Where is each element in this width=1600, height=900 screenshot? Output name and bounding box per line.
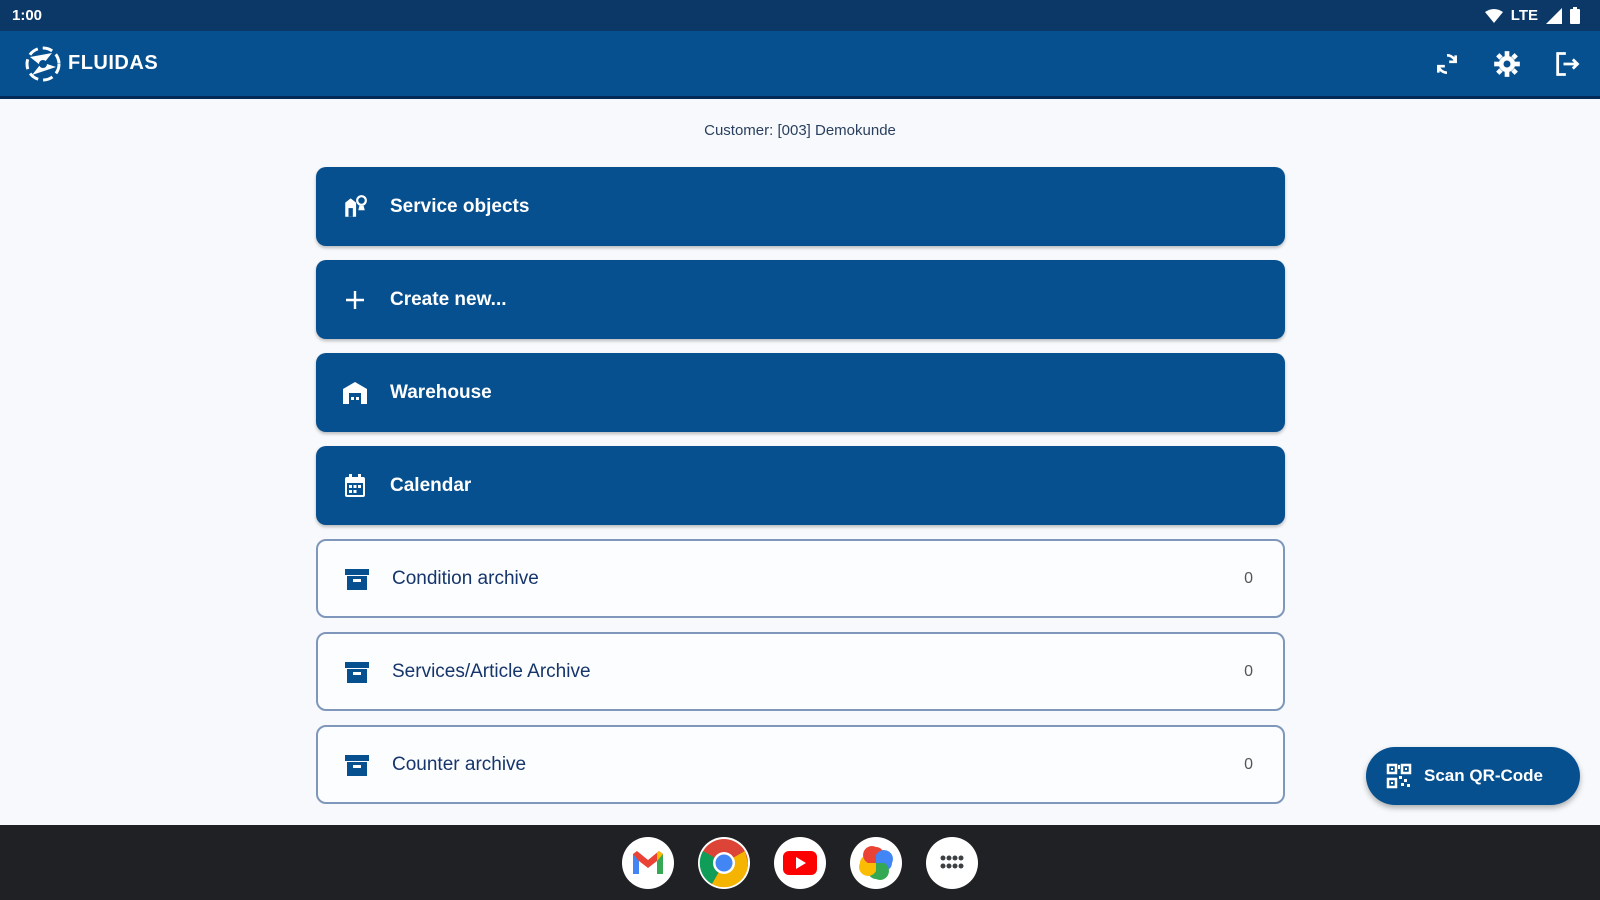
warehouse-button[interactable]: Warehouse [316,353,1285,432]
chrome-app[interactable] [698,836,750,889]
qr-code-icon [1386,763,1412,789]
settings-button[interactable] [1492,49,1522,79]
customer-label: Customer: [003] Demokunde [704,122,896,139]
youtube-icon [783,850,817,875]
menu-item-label: Create new... [390,288,507,310]
item-count: 0 [1244,755,1253,773]
fab-label: Scan QR-Code [1424,766,1544,785]
app-drawer-button[interactable] [926,836,978,889]
chrome-icon [699,838,749,887]
wifi-icon [1484,8,1503,23]
archive-icon [342,750,372,780]
logo-text: FLUIDAS [68,52,159,74]
item-count: 0 [1244,569,1253,587]
service-objects-button[interactable]: Service objects [316,167,1285,246]
settings-icon [1494,50,1520,77]
taskbar [0,825,1600,900]
status-time: 1:00 [12,7,43,24]
gmail-app[interactable] [622,836,674,889]
logout-icon [1556,51,1580,76]
create-new-button[interactable]: Create new... [316,260,1285,339]
app-bar: FLUIDAS [0,31,1600,99]
signal-icon [1546,7,1562,24]
photos-app[interactable] [850,836,902,889]
app-drawer-icon [940,855,964,868]
service-objects-icon [340,192,370,222]
item-count: 0 [1244,662,1253,680]
menu-item-label: Service objects [390,195,530,217]
battery-icon [1570,7,1580,24]
scan-qr-code-button[interactable]: Scan QR-Code [1366,747,1580,805]
menu-item-label: Counter archive [392,753,527,775]
logout-button[interactable] [1552,49,1582,79]
condition-archive-button[interactable]: Condition archive 0 [316,539,1285,618]
toolbar [1432,49,1582,79]
network-type: LTE [1510,7,1538,24]
calendar-icon [340,471,370,501]
app-logo: FLUIDAS [22,43,158,85]
sync-icon [1437,53,1457,74]
counter-archive-button[interactable]: Counter archive 0 [316,725,1285,804]
photos-icon [859,845,893,880]
sync-button[interactable] [1432,49,1462,79]
menu-item-label: Services/Article Archive [392,660,591,682]
plus-icon [340,285,370,315]
warehouse-icon [340,378,370,408]
status-bar: 1:00 LTE [0,0,1600,31]
menu-item-label: Warehouse [390,381,492,403]
archive-icon [342,564,372,594]
menu-item-label: Condition archive [392,567,539,589]
calendar-button[interactable]: Calendar [316,446,1285,525]
fluidas-logo-icon [25,46,61,81]
archive-icon [342,657,372,687]
menu-item-label: Calendar [390,474,472,496]
status-icons: LTE [1484,7,1580,24]
main-menu: Service objects Create new... Warehouse [316,167,1285,818]
services-article-archive-button[interactable]: Services/Article Archive 0 [316,632,1285,711]
gmail-icon [633,850,663,874]
youtube-app[interactable] [774,836,826,889]
